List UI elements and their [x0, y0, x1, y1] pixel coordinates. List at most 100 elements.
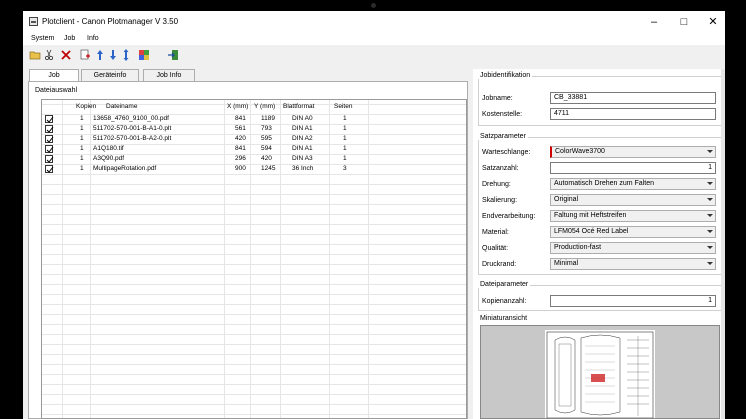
col-header-blattformat[interactable]: Blattformat — [283, 103, 314, 110]
col-header-seiten[interactable]: Seiten — [334, 103, 352, 110]
format-cell: DIN A1 — [292, 145, 313, 152]
row-checkbox[interactable] — [45, 115, 54, 123]
menu-info[interactable]: Info — [87, 35, 99, 42]
col-header-x[interactable]: X (mm) — [227, 103, 248, 110]
drehung-label: Drehung: — [482, 181, 511, 188]
y-cell: 1245 — [261, 165, 276, 172]
move-down-icon[interactable] — [107, 49, 119, 61]
kopienanzahl-label: Kopienanzahl: — [482, 298, 527, 305]
menu-system[interactable]: System — [31, 35, 54, 42]
kopien-cell: 1 — [80, 155, 84, 162]
vertical-scrollbar[interactable] — [721, 69, 725, 419]
menu-job[interactable]: Job — [64, 35, 75, 42]
chevron-down-icon — [707, 262, 713, 265]
file-group-label: Dateiauswahl — [35, 87, 80, 94]
row-checkbox[interactable] — [45, 165, 54, 173]
warteschlange-select[interactable]: ColorWave3700 — [550, 146, 716, 158]
job-id-title: Jobidentifikation — [478, 72, 533, 79]
table-row[interactable]: 1 13658_4760_9100_00.pdf 841 1189 DIN A0 1 — [42, 114, 466, 124]
camera-dot — [371, 3, 376, 8]
qualitaet-select[interactable]: Production-fast — [550, 242, 716, 254]
tab-job-info[interactable]: Job Info — [143, 69, 195, 81]
druckrand-label: Druckrand: — [482, 261, 517, 268]
chevron-down-icon — [707, 150, 713, 153]
format-cell: DIN A0 — [292, 115, 313, 122]
druckrand-value: Minimal — [554, 260, 579, 267]
chevron-down-icon — [707, 246, 713, 249]
x-cell: 561 — [235, 125, 246, 132]
exit-icon[interactable] — [167, 49, 179, 61]
settings-icon[interactable] — [138, 49, 150, 61]
kopien-cell: 1 — [80, 145, 84, 152]
menu-bar: System Job Info — [23, 33, 725, 45]
chevron-down-icon — [707, 214, 713, 217]
satzanzahl-label: Satzanzahl: — [482, 165, 519, 172]
open-icon[interactable] — [29, 49, 41, 61]
name-cell: A3Q90.pdf — [93, 155, 125, 162]
sort-icon[interactable] — [120, 49, 132, 61]
table-row[interactable]: 1 A1Q180.tif 841 594 DIN A1 1 — [42, 144, 466, 154]
move-up-icon[interactable] — [94, 49, 106, 61]
minimize-button[interactable]: – — [643, 14, 665, 30]
drehung-select[interactable]: Automatisch Drehen zum Falten — [550, 178, 716, 190]
endverarbeitung-select[interactable]: Faltung mit Heftstreifen — [550, 210, 716, 222]
preview-title: Miniaturansicht — [478, 315, 530, 322]
endverarbeitung-value: Faltung mit Heftstreifen — [554, 212, 627, 219]
qualitaet-label: Qualität: — [482, 245, 509, 252]
material-select[interactable]: LFM054 Océ Red Label — [550, 226, 716, 238]
row-checkbox[interactable] — [45, 135, 54, 143]
satzanzahl-input[interactable]: 1 — [550, 162, 716, 174]
table-row[interactable]: 1 MultipageRotation.pdf 900 1245 36 Inch 3 — [42, 164, 466, 174]
format-cell: DIN A3 — [292, 155, 313, 162]
col-header-dateiname[interactable]: Dateiname — [106, 103, 137, 110]
kopien-cell: 1 — [80, 135, 84, 142]
seiten-cell: 3 — [343, 165, 347, 172]
format-cell: DIN A1 — [292, 125, 313, 132]
name-cell: A1Q180.tif — [93, 145, 124, 152]
tab-geraeteinfo[interactable]: Geräteinfo — [81, 69, 139, 81]
table-row[interactable]: 1 511702-570-001-B-A2-0.plt 420 595 DIN A2 1 — [42, 134, 466, 144]
qualitaet-value: Production-fast — [554, 244, 602, 251]
thumbnail-preview — [480, 325, 720, 419]
maximize-button[interactable]: □ — [673, 14, 695, 30]
x-cell: 900 — [235, 165, 246, 172]
table-row[interactable]: 1 511702-570-001-B-A1-0.plt 561 793 DIN A1 1 — [42, 124, 466, 134]
kostenstelle-label: Kostenstelle: — [482, 111, 523, 118]
kopienanzahl-input[interactable]: 1 — [550, 295, 716, 307]
cut-icon[interactable] — [43, 49, 55, 61]
app-icon — [29, 17, 38, 26]
x-cell: 841 — [235, 115, 246, 122]
chevron-down-icon — [707, 230, 713, 233]
y-cell: 595 — [261, 135, 272, 142]
jobname-label: Jobname: — [482, 95, 513, 102]
x-cell: 296 — [235, 155, 246, 162]
toolbar — [23, 46, 725, 64]
format-cell: 36 Inch — [292, 165, 314, 172]
table-row[interactable]: 1 A3Q90.pdf 296 420 DIN A3 1 — [42, 154, 466, 164]
delete-icon[interactable] — [60, 49, 72, 61]
row-checkbox[interactable] — [45, 125, 54, 133]
name-cell: MultipageRotation.pdf — [93, 165, 157, 172]
col-header-y[interactable]: Y (mm) — [254, 103, 275, 110]
skalierung-select[interactable]: Original — [550, 194, 716, 206]
endverarbeitung-label: Endverarbeitung: — [482, 213, 536, 220]
col-header-kopien[interactable]: Kopien — [76, 103, 96, 110]
kostenstelle-input[interactable]: 4711 — [550, 108, 716, 120]
material-label: Material: — [482, 229, 509, 236]
druckrand-select[interactable]: Minimal — [550, 258, 716, 270]
job-panel: Dateiauswahl Kopien Dateiname X (mm) Y (… — [28, 81, 468, 419]
jobname-input[interactable]: CB_33881 — [550, 92, 716, 104]
row-checkbox[interactable] — [45, 155, 54, 163]
add-icon[interactable] — [79, 49, 91, 61]
row-checkbox[interactable] — [45, 145, 54, 153]
datei-title: Dateiparameter — [478, 281, 531, 288]
close-button[interactable]: ✕ — [702, 14, 724, 30]
x-cell: 420 — [235, 135, 246, 142]
x-cell: 841 — [235, 145, 246, 152]
y-cell: 594 — [261, 145, 272, 152]
app-window: Plotclient - Canon Plotmanager V 3.50 – … — [23, 11, 725, 419]
kopien-cell: 1 — [80, 125, 84, 132]
y-cell: 420 — [261, 155, 272, 162]
warteschlange-value: ColorWave3700 — [555, 148, 605, 155]
drawing-thumbnail — [545, 330, 655, 418]
